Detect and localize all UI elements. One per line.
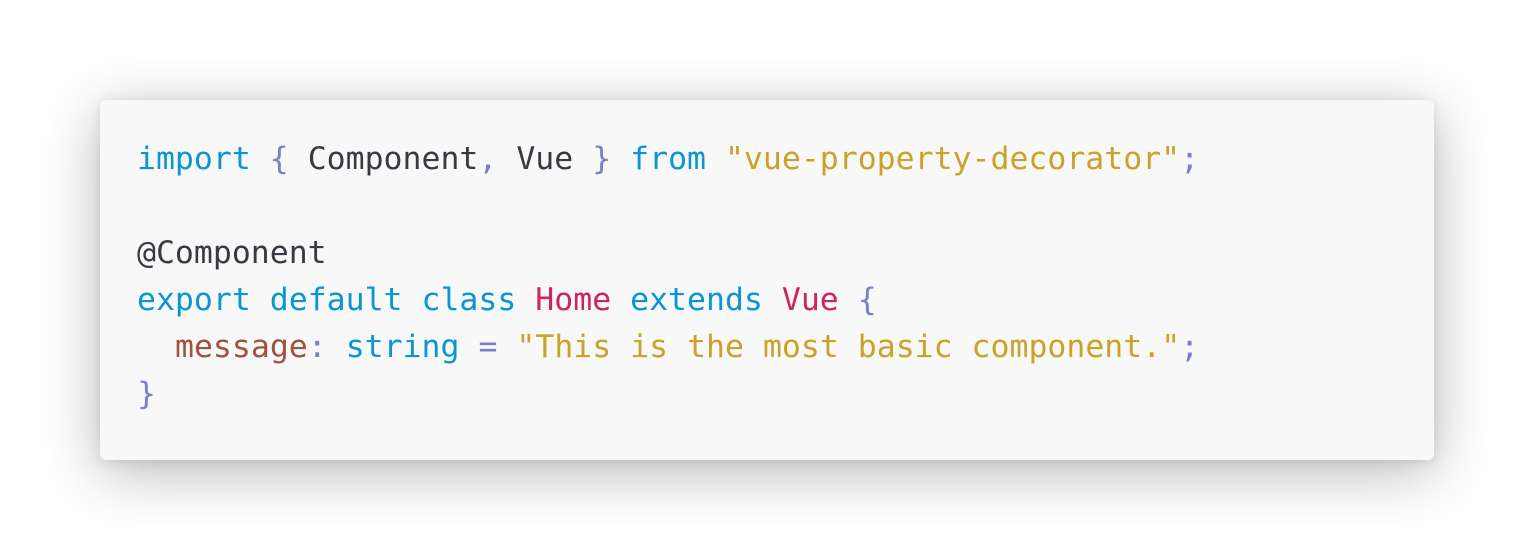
code-block: import { Component, Vue } from "vue-prop… [100, 100, 1434, 460]
type-annotation: string [345, 329, 460, 365]
keyword-from: from [630, 141, 706, 177]
equals-sign: = [478, 329, 498, 365]
identifier-component: Component [307, 141, 479, 177]
code-line-6: } [137, 371, 1434, 418]
code-line-1: import { Component, Vue } from "vue-prop… [137, 136, 1434, 183]
brace-close: } [137, 376, 156, 412]
brace-open: { [857, 282, 877, 318]
page-background: import { Component, Vue } from "vue-prop… [0, 0, 1534, 560]
keyword-class: class [421, 282, 517, 318]
brace-open: { [269, 141, 289, 177]
comma: , [478, 141, 498, 177]
class-name: Home [535, 282, 612, 318]
base-class: Vue [781, 282, 839, 318]
identifier-vue: Vue [516, 141, 574, 177]
module-string: "vue-property-decorator" [724, 141, 1181, 177]
property-name: message [175, 329, 308, 365]
keyword-export: export [137, 282, 251, 318]
value-string: "This is the most basic component." [516, 329, 1181, 365]
code-line-3: @Component [137, 230, 1434, 277]
semicolon: ; [1180, 329, 1200, 365]
brace-close: } [592, 141, 612, 177]
keyword-import: import [137, 141, 251, 177]
code-content: import { Component, Vue } from "vue-prop… [137, 136, 1434, 418]
semicolon: ; [1180, 141, 1200, 177]
decorator: @Component [137, 235, 327, 271]
code-line-4: export default class Home extends Vue { [137, 277, 1434, 324]
keyword-default: default [269, 282, 403, 318]
colon: : [307, 329, 327, 365]
keyword-extends: extends [630, 282, 763, 318]
code-line-5: message: string = "This is the most basi… [137, 324, 1434, 371]
